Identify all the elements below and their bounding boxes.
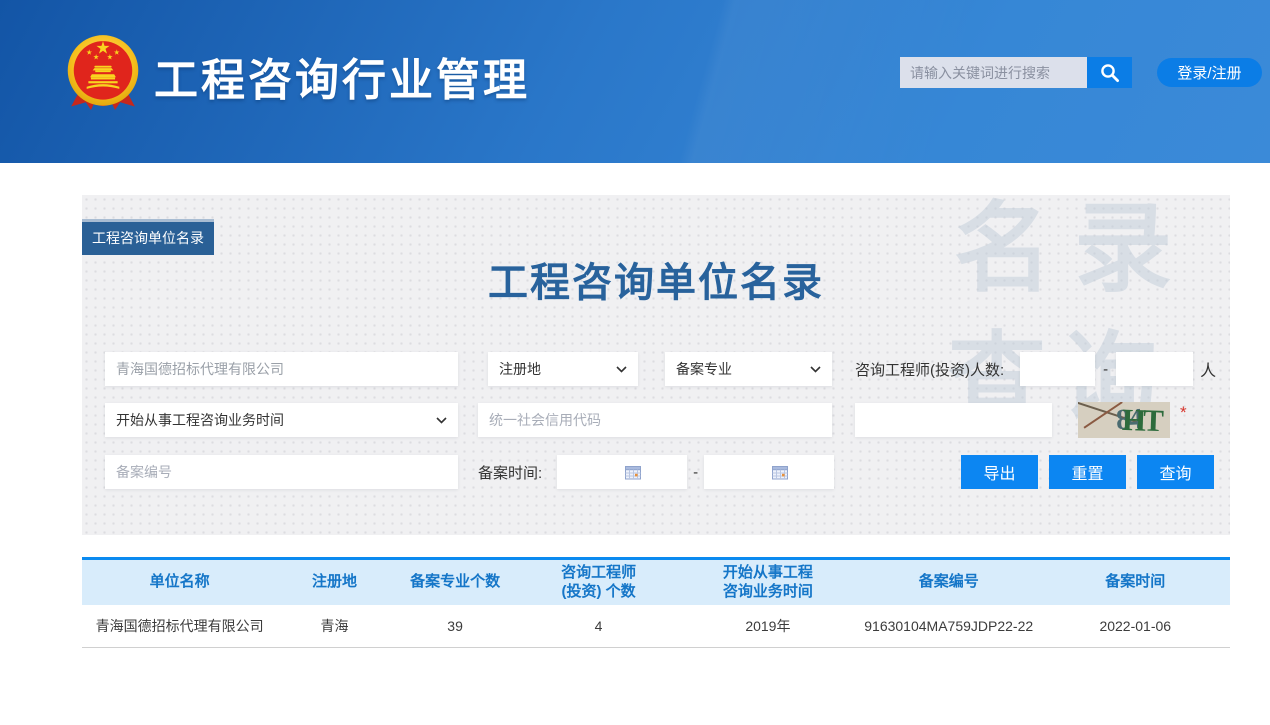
- registration-place-label: 注册地: [499, 359, 541, 379]
- engineer-count-max-input[interactable]: [1116, 352, 1193, 386]
- cell-registration-place: 青海: [277, 605, 392, 647]
- form-row-1: 注册地 备案专业 咨询工程师(投资)人数: - 人: [82, 351, 1230, 387]
- page: 工程咨询行业管理 登录/注册 名录 查询 工程咨询单位名录 工程咨询单位名录 注…: [0, 0, 1270, 725]
- filing-date-end-input[interactable]: [704, 455, 834, 489]
- site-title: 工程咨询行业管理: [154, 44, 530, 108]
- chevron-down-icon: [810, 366, 821, 373]
- search-input[interactable]: [900, 57, 1087, 88]
- header-cell-major-count: 备案专业个数: [392, 560, 518, 605]
- filing-major-select[interactable]: 备案专业: [665, 352, 832, 386]
- query-button[interactable]: 查询: [1137, 455, 1214, 489]
- captcha-input[interactable]: [855, 403, 1052, 437]
- search-button[interactable]: [1087, 57, 1132, 88]
- captcha-image[interactable]: 84 HT: [1078, 402, 1170, 438]
- filing-number-input[interactable]: [105, 455, 458, 489]
- tab-directory[interactable]: 工程咨询单位名录: [82, 219, 214, 255]
- range-dash: -: [693, 464, 698, 481]
- action-buttons: 导出 重置 查询: [961, 455, 1214, 489]
- cell-filing-time: 2022-01-06: [1041, 605, 1230, 647]
- directory-search-panel: 名录 查询 工程咨询单位名录 工程咨询单位名录 注册地 备案专业 咨询工程师(投…: [82, 195, 1230, 535]
- table-row[interactable]: 青海国德招标代理有限公司 青海 39 4 2019年 91630104MA759…: [82, 605, 1230, 648]
- national-emblem-icon: [60, 30, 146, 116]
- registration-place-select[interactable]: 注册地: [488, 352, 638, 386]
- calendar-icon: [772, 465, 788, 480]
- chevron-down-icon: [616, 366, 627, 373]
- filing-date-start-input[interactable]: [557, 455, 687, 489]
- login-register-button[interactable]: 登录/注册: [1157, 58, 1262, 87]
- filing-time-label: 备案时间:: [478, 462, 542, 483]
- cell-unit-name: 青海国德招标代理有限公司: [82, 605, 277, 647]
- header-cell-filing-number: 备案编号: [857, 560, 1041, 605]
- header-cell-start-time: 开始从事工程 咨询业务时间: [679, 560, 857, 605]
- site-header: 工程咨询行业管理 登录/注册: [0, 0, 1270, 163]
- results-table: 单位名称 注册地 备案专业个数 咨询工程师 (投资) 个数 开始从事工程 咨询业…: [82, 557, 1230, 648]
- header-cell-engineer-count: 咨询工程师 (投资) 个数: [518, 560, 679, 605]
- range-dash: -: [1103, 361, 1108, 378]
- start-time-select[interactable]: 开始从事工程咨询业务时间: [105, 403, 458, 437]
- search-icon: [1099, 62, 1121, 84]
- engineer-count-min-input[interactable]: [1020, 352, 1095, 386]
- cell-engineer-count: 4: [518, 605, 679, 647]
- form-row-2: 开始从事工程咨询业务时间 84 HT *: [82, 402, 1230, 438]
- page-title: 工程咨询单位名录: [82, 250, 1230, 308]
- person-suffix: 人: [1200, 357, 1216, 381]
- cell-major-count: 39: [392, 605, 518, 647]
- credit-code-input[interactable]: [478, 403, 832, 437]
- company-name-input[interactable]: [105, 352, 458, 386]
- cell-start-time: 2019年: [679, 605, 857, 647]
- header-cell-filing-time: 备案时间: [1041, 560, 1230, 605]
- header-cell-unit-name: 单位名称: [82, 560, 277, 605]
- engineer-count-label: 咨询工程师(投资)人数:: [855, 359, 1004, 380]
- header-search: [900, 57, 1132, 88]
- start-time-label: 开始从事工程咨询业务时间: [116, 410, 284, 430]
- export-button[interactable]: 导出: [961, 455, 1038, 489]
- required-asterisk: *: [1180, 403, 1187, 423]
- filing-major-label: 备案专业: [676, 359, 732, 379]
- form-row-3: 备案时间: -: [82, 454, 1230, 490]
- table-header-row: 单位名称 注册地 备案专业个数 咨询工程师 (投资) 个数 开始从事工程 咨询业…: [82, 557, 1230, 605]
- cell-filing-number: 91630104MA759JDP22-22: [857, 605, 1041, 647]
- calendar-icon: [625, 465, 641, 480]
- reset-button[interactable]: 重置: [1049, 455, 1126, 489]
- captcha-text: HT: [1121, 402, 1132, 438]
- chevron-down-icon: [436, 417, 447, 424]
- header-cell-registration-place: 注册地: [277, 560, 392, 605]
